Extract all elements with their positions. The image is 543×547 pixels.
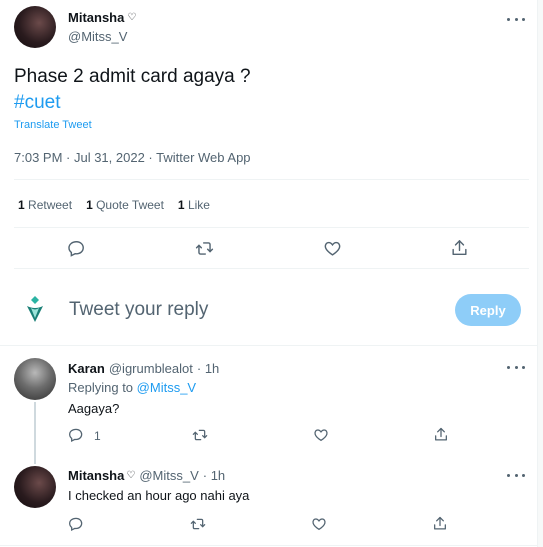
divider — [14, 179, 529, 180]
author-name-row[interactable]: Mitansha ♡ — [68, 10, 136, 25]
divider — [0, 545, 537, 546]
reply-time[interactable]: · 1h — [197, 361, 219, 376]
reply-avatar[interactable] — [14, 358, 56, 400]
hashtag-link[interactable]: #cuet — [14, 92, 60, 114]
heart-icon: ♡ — [127, 12, 137, 23]
more-options-icon[interactable] — [507, 364, 525, 370]
more-options-icon[interactable] — [507, 472, 525, 478]
more-options-icon[interactable] — [507, 16, 525, 22]
share-icon[interactable] — [433, 426, 449, 443]
reply-text: I checked an hour ago nahi aya — [68, 488, 250, 503]
reply-count: 1 — [94, 429, 101, 443]
divider — [14, 227, 529, 228]
reply-time[interactable]: · 1h — [203, 468, 225, 483]
scrollbar-track[interactable] — [537, 0, 543, 547]
like-icon[interactable] — [313, 427, 329, 443]
reply-icon[interactable] — [68, 427, 84, 443]
author-avatar[interactable] — [14, 6, 56, 48]
retweet-icon[interactable] — [191, 427, 209, 443]
tweet-text: Phase 2 admit card agaya ? — [14, 66, 251, 87]
translate-tweet-link[interactable]: Translate Tweet — [14, 119, 92, 131]
reply-avatar[interactable] — [14, 466, 56, 508]
reply-author-handle[interactable]: @igrumblealot — [109, 361, 193, 376]
reply-input[interactable]: Tweet your reply — [69, 299, 208, 321]
replying-to-handle[interactable]: @Mitss_V — [137, 380, 196, 395]
reply-button[interactable]: Reply — [455, 294, 521, 326]
thread-line — [34, 402, 36, 464]
reply-header: Karan @igrumblealot · 1h — [68, 361, 219, 376]
retweet-icon[interactable] — [194, 239, 215, 258]
share-icon[interactable] — [432, 515, 448, 532]
divider — [0, 345, 537, 346]
like-icon[interactable] — [323, 239, 342, 258]
reply-text: Aagaya? — [68, 401, 120, 416]
reply-header: Mitansha ♡ @Mitss_V · 1h — [68, 468, 225, 483]
heart-icon: ♡ — [126, 470, 136, 481]
retweet-stat[interactable]: 1 Retweet — [18, 198, 72, 212]
replying-to: Replying to @Mitss_V — [68, 380, 197, 395]
reply-icon[interactable] — [68, 516, 84, 532]
tweet-stats: 1 Retweet 1 Quote Tweet 1 Like — [18, 198, 210, 212]
reply-author-name[interactable]: Karan — [68, 361, 105, 376]
like-icon[interactable] — [311, 516, 327, 532]
like-stat[interactable]: 1 Like — [178, 198, 210, 212]
divider — [14, 268, 529, 269]
reply-author-name[interactable]: Mitansha — [68, 468, 124, 483]
author-handle[interactable]: @Mitss_V — [68, 29, 127, 44]
author-name[interactable]: Mitansha — [68, 10, 124, 25]
quote-tweet-stat[interactable]: 1 Quote Tweet — [86, 198, 164, 212]
tweet-timestamp[interactable]: 7:03 PM · Jul 31, 2022 · Twitter Web App — [14, 150, 251, 165]
reply-author-handle[interactable]: @Mitss_V — [139, 468, 198, 483]
share-icon[interactable] — [450, 238, 469, 258]
retweet-icon[interactable] — [189, 516, 207, 532]
reply-icon[interactable] — [67, 239, 86, 258]
user-avatar-icon[interactable] — [24, 294, 46, 324]
